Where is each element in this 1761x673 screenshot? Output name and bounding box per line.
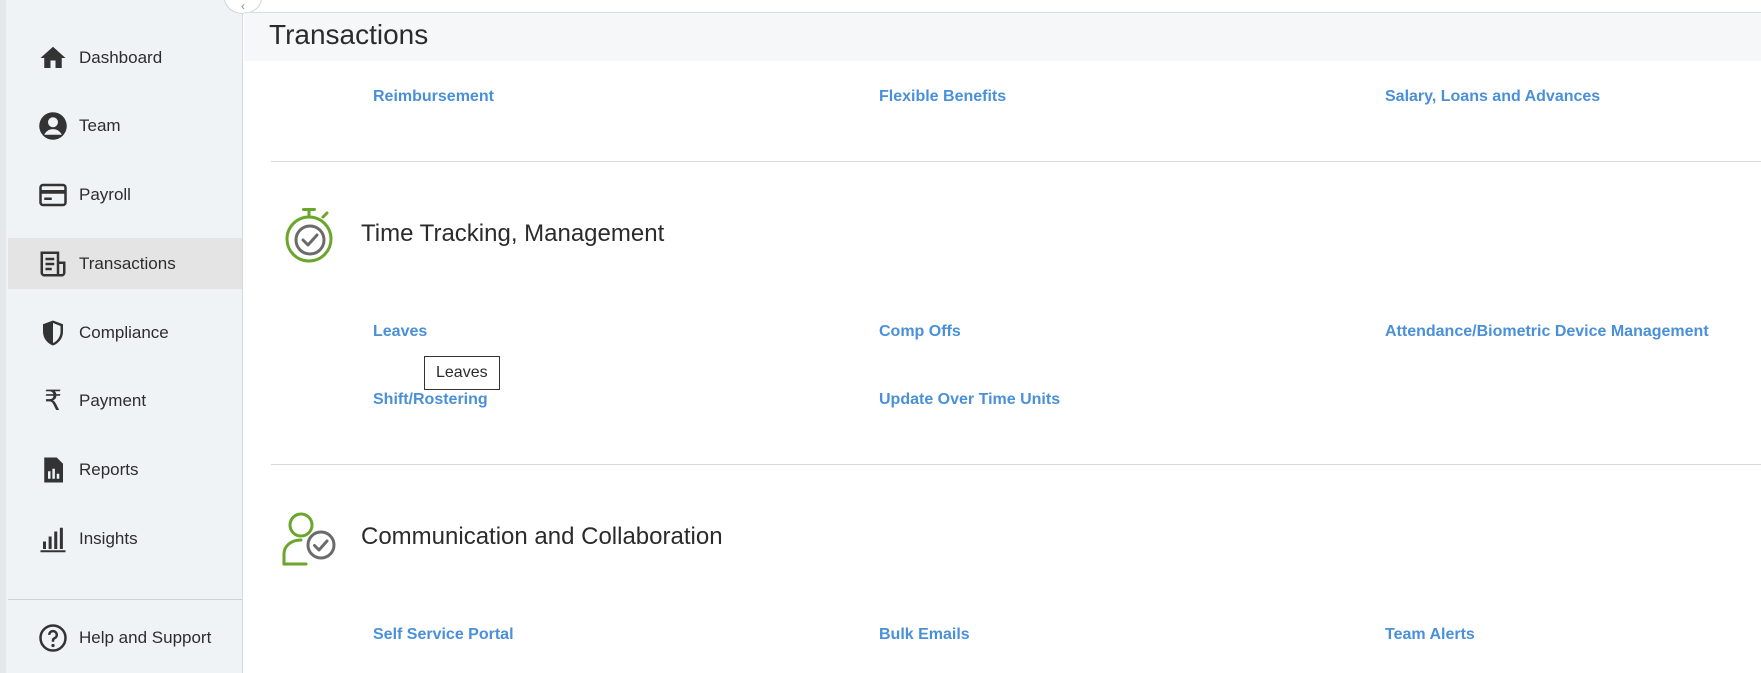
sidebar-item-label: Help and Support: [79, 627, 212, 647]
sidebar-item-reports[interactable]: Reports: [8, 444, 242, 495]
rupee-icon: ₹: [44, 384, 62, 417]
link-bulk-emails[interactable]: Bulk Emails: [879, 626, 970, 644]
sidebar-item-label: Insights: [79, 528, 138, 548]
sidebar-item-compliance[interactable]: Compliance: [8, 307, 242, 358]
bar-chart-icon: [36, 522, 70, 556]
help-circle-icon: [36, 621, 70, 655]
sidebar-item-insights[interactable]: Insights: [8, 513, 242, 564]
sidebar-item-label: Reports: [79, 459, 139, 479]
report-file-icon: [36, 453, 70, 487]
link-attendance-biometric[interactable]: Attendance/Biometric Device Management: [1385, 323, 1709, 341]
receipt-icon: [36, 247, 70, 281]
section-title-communication: Communication and Collaboration: [361, 523, 723, 550]
stopwatch-check-icon: [284, 206, 336, 269]
link-comp-offs[interactable]: Comp Offs: [879, 323, 961, 341]
sidebar-item-team[interactable]: Team: [8, 100, 242, 151]
sidebar-item-transactions[interactable]: Transactions: [8, 238, 242, 289]
section-divider: [271, 161, 1761, 162]
link-reimbursement[interactable]: Reimbursement: [373, 88, 494, 106]
sidebar-item-label: Transactions: [79, 253, 176, 273]
user-check-icon: [281, 510, 339, 573]
user-circle-icon: [36, 109, 70, 143]
page-header: Transactions: [244, 13, 1761, 61]
sidebar: ‹ Dashboard Team Payroll Transactions Co…: [0, 0, 262, 673]
sidebar-item-payment[interactable]: ₹ Payment: [8, 375, 242, 426]
link-update-over-time-units[interactable]: Update Over Time Units: [879, 391, 1060, 409]
section-title-time-tracking: Time Tracking, Management: [361, 220, 665, 247]
tooltip: Leaves: [424, 356, 500, 390]
page-title: Transactions: [269, 19, 429, 50]
link-team-alerts[interactable]: Team Alerts: [1385, 626, 1475, 644]
shield-icon: [36, 316, 70, 350]
sidebar-item-payroll[interactable]: Payroll: [8, 169, 242, 220]
home-icon: [36, 41, 70, 75]
sidebar-divider: [8, 599, 242, 600]
credit-card-icon: [36, 178, 70, 212]
sidebar-item-help[interactable]: Help and Support: [8, 612, 242, 663]
section-divider: [271, 464, 1761, 465]
sidebar-item-label: Dashboard: [79, 47, 163, 67]
link-shift-rostering[interactable]: Shift/Rostering: [373, 391, 488, 409]
link-flexible-benefits[interactable]: Flexible Benefits: [879, 88, 1006, 106]
sidebar-item-label: Payroll: [79, 184, 131, 204]
link-leaves[interactable]: Leaves: [373, 323, 427, 341]
sidebar-item-dashboard[interactable]: Dashboard: [8, 32, 242, 83]
sidebar-item-label: Payment: [79, 390, 147, 410]
link-self-service-portal[interactable]: Self Service Portal: [373, 626, 514, 644]
sidebar-item-label: Compliance: [79, 322, 169, 342]
link-salary-loans-advances[interactable]: Salary, Loans and Advances: [1385, 88, 1600, 106]
sidebar-item-label: Team: [79, 115, 121, 135]
